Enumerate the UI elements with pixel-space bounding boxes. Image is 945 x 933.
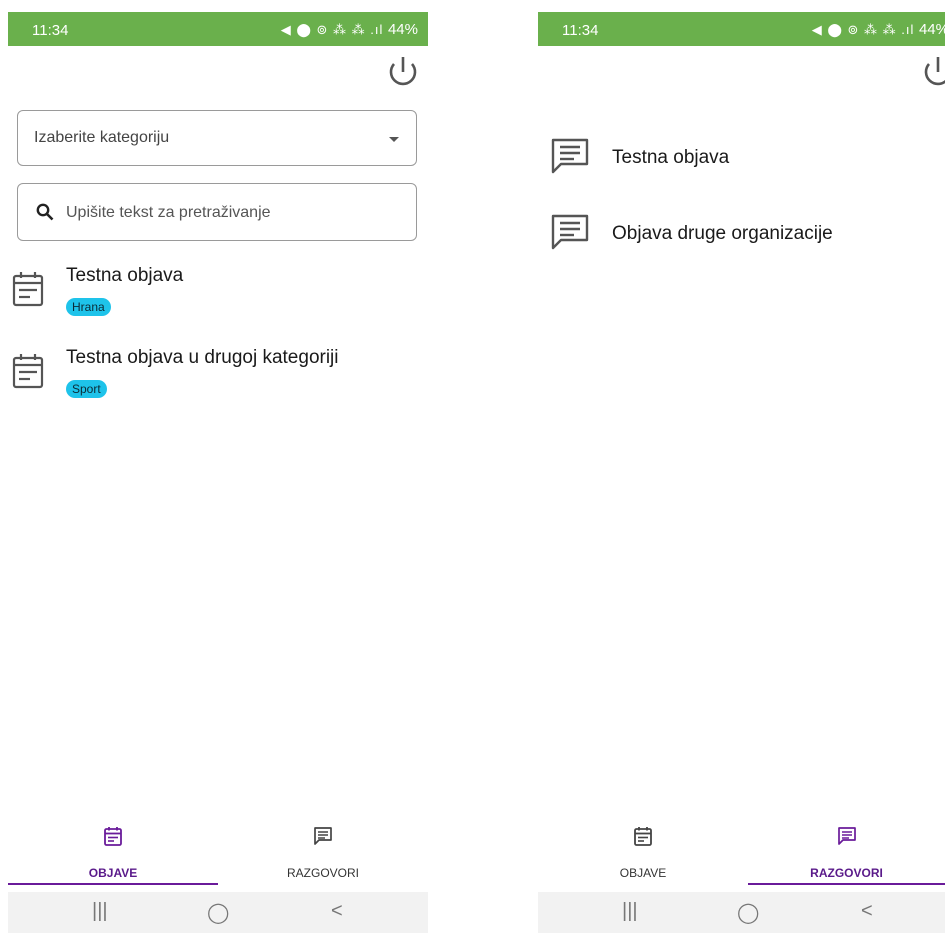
bottom-tab-bar: OBJAVE RAZGOVORI bbox=[538, 816, 945, 892]
tab-razgovori[interactable]: RAZGOVORI bbox=[748, 816, 945, 892]
category-badge: Sport bbox=[66, 380, 107, 398]
search-icon bbox=[36, 203, 54, 221]
recent-apps-button[interactable]: ||| bbox=[92, 900, 108, 923]
status-bar: 11:34 ◀︎ ⬤ ⊚ ⁂ ⁂ .ıl 44% bbox=[8, 12, 428, 46]
status-time: 11:34 bbox=[32, 22, 69, 39]
search-field[interactable] bbox=[17, 183, 417, 241]
chat-icon bbox=[837, 827, 856, 845]
chat-icon bbox=[551, 214, 589, 250]
conversation-title: Testna objava bbox=[612, 147, 730, 168]
conversation-title: Objava druge organizacije bbox=[612, 223, 833, 244]
status-indicators: ◀︎ ⬤ ⊚ ⁂ ⁂ .ıl bbox=[280, 22, 384, 37]
tab-objave[interactable]: OBJAVE bbox=[8, 816, 218, 892]
category-select-value: Izaberite kategoriju bbox=[34, 129, 170, 146]
recent-apps-button[interactable]: ||| bbox=[622, 900, 638, 923]
system-nav-bar: ||| ◯ < bbox=[538, 892, 945, 933]
back-button[interactable]: < bbox=[331, 900, 343, 923]
post-item[interactable]: Testna objava Hrana bbox=[8, 265, 428, 329]
status-icons: ◀︎ ⬤ ⊚ ⁂ ⁂ .ıl 44% bbox=[812, 21, 945, 38]
home-button[interactable]: ◯ bbox=[207, 900, 229, 925]
power-button[interactable] bbox=[384, 54, 422, 92]
post-title: Testna objava bbox=[66, 265, 184, 286]
battery-level: 44% bbox=[387, 21, 418, 38]
conversation-item[interactable]: Objava druge organizacije bbox=[550, 213, 940, 257]
power-button[interactable] bbox=[919, 54, 945, 92]
system-nav-bar: ||| ◯ < bbox=[8, 892, 428, 933]
chevron-down-icon bbox=[389, 137, 399, 142]
chat-icon bbox=[551, 138, 589, 174]
tab-objave[interactable]: OBJAVE bbox=[538, 816, 748, 892]
conversation-item[interactable]: Testna objava bbox=[550, 137, 940, 181]
calendar-icon bbox=[104, 827, 122, 846]
status-time: 11:34 bbox=[562, 22, 599, 39]
calendar-icon bbox=[634, 827, 652, 846]
battery-level: 44% bbox=[918, 21, 945, 38]
calendar-post-icon bbox=[12, 354, 44, 389]
post-item[interactable]: Testna objava u drugoj kategoriji Sport bbox=[8, 347, 428, 411]
phone-screen-posts: 11:34 ◀︎ ⬤ ⊚ ⁂ ⁂ .ıl 44% Izaberite kateg… bbox=[8, 12, 428, 933]
power-icon bbox=[924, 57, 945, 86]
status-indicators: ◀︎ ⬤ ⊚ ⁂ ⁂ .ıl bbox=[811, 22, 915, 37]
category-badge: Hrana bbox=[66, 298, 111, 316]
tab-razgovori[interactable]: RAZGOVORI bbox=[218, 816, 428, 892]
tab-objave-label: OBJAVE bbox=[619, 866, 667, 880]
power-icon bbox=[389, 57, 417, 86]
tab-razgovori-label: RAZGOVORI bbox=[810, 866, 883, 880]
status-bar: 11:34 ◀︎ ⬤ ⊚ ⁂ ⁂ .ıl 44% bbox=[538, 12, 945, 46]
tab-razgovori-label: RAZGOVORI bbox=[286, 866, 359, 880]
active-tab-indicator bbox=[8, 883, 218, 885]
post-title: Testna objava u drugoj kategoriji bbox=[66, 347, 339, 368]
chat-icon bbox=[314, 827, 332, 845]
active-tab-indicator bbox=[748, 883, 945, 885]
back-button[interactable]: < bbox=[861, 900, 873, 923]
bottom-tab-bar: OBJAVE RAZGOVORI bbox=[8, 816, 428, 892]
calendar-post-icon bbox=[12, 272, 44, 307]
phone-screen-conversations: 11:34 ◀︎ ⬤ ⊚ ⁂ ⁂ .ıl 44% Testna objava O… bbox=[538, 12, 945, 933]
category-select[interactable]: Izaberite kategoriju bbox=[17, 110, 417, 166]
status-icons: ◀︎ ⬤ ⊚ ⁂ ⁂ .ıl 44% bbox=[281, 21, 418, 38]
tab-objave-label: OBJAVE bbox=[88, 866, 138, 880]
search-input[interactable] bbox=[64, 199, 398, 227]
home-button[interactable]: ◯ bbox=[737, 900, 759, 925]
